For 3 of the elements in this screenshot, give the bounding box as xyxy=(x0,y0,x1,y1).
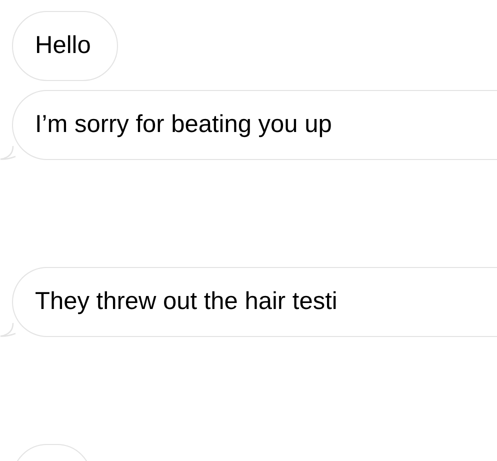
message-text: I’m sorry for beating you up xyxy=(35,111,332,139)
message-text: They threw out the hair testi xyxy=(35,288,338,316)
message-text: Hello xyxy=(35,32,91,60)
